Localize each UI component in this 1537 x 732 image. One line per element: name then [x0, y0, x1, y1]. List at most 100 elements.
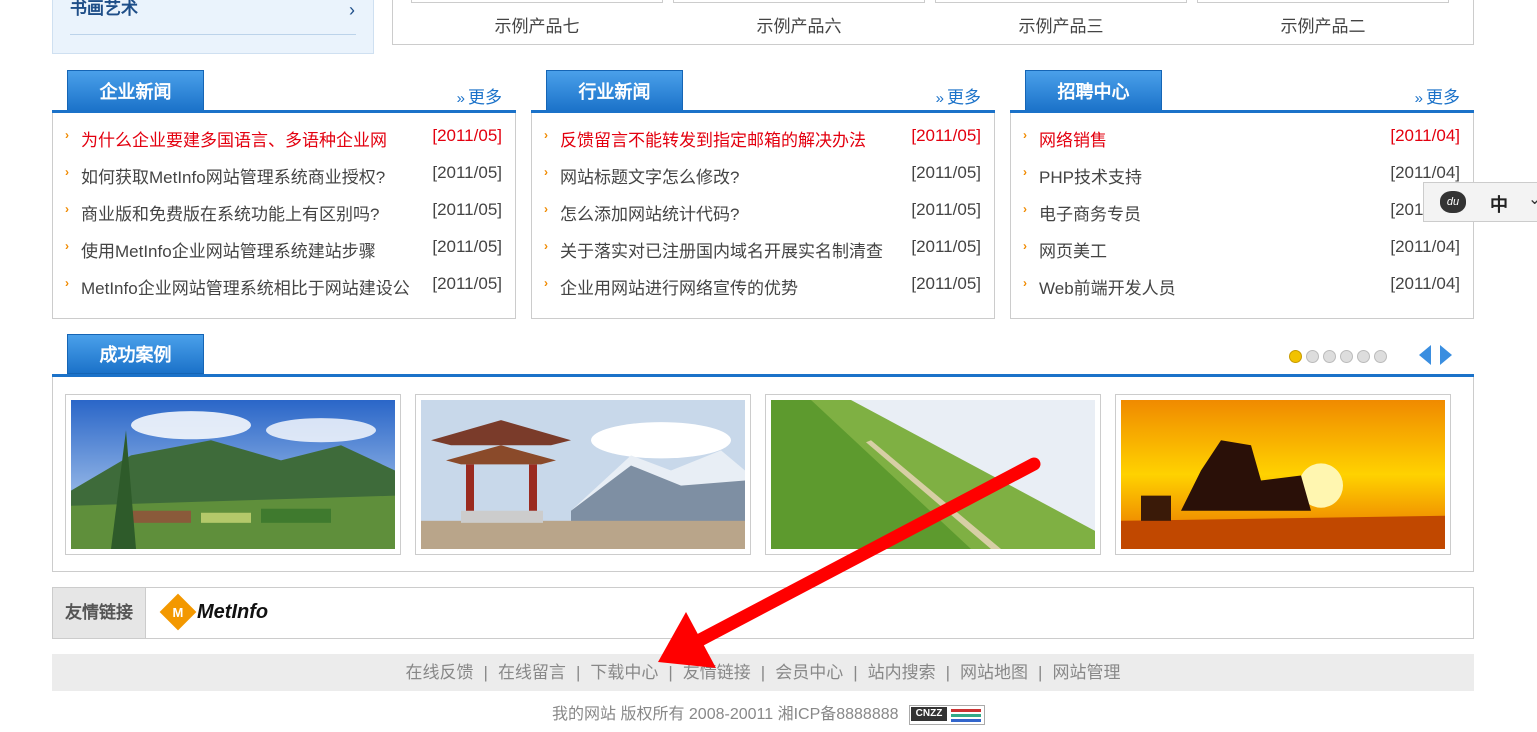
- news-title-link[interactable]: 商业版和免费版在系统功能上有区别吗?: [81, 200, 422, 225]
- metinfo-logo-text: MetInfo: [197, 600, 269, 623]
- product-thumbnail[interactable]: [411, 0, 663, 3]
- news-title-link[interactable]: 电子商务专员: [1039, 200, 1380, 225]
- news-title-link[interactable]: 如何获取MetInfo网站管理系统商业授权?: [81, 163, 422, 188]
- list-item[interactable]: › 如何获取MetInfo网站管理系统商业授权? [2011/05]: [65, 163, 502, 200]
- chevron-down-icon[interactable]: ⌄: [1528, 189, 1537, 209]
- news-tab-title[interactable]: 行业新闻: [546, 70, 683, 112]
- more-link[interactable]: » 更多: [1415, 83, 1460, 108]
- news-title-link[interactable]: 反馈留言不能转发到指定邮箱的解决办法: [560, 126, 901, 151]
- news-date: [2011/04]: [1390, 237, 1460, 256]
- list-item[interactable]: › 商业版和免费版在系统功能上有区别吗? [2011/05]: [65, 200, 502, 237]
- product-thumbnail[interactable]: [935, 0, 1187, 3]
- footer-nav-link[interactable]: 在线反馈: [406, 663, 474, 682]
- metinfo-logo-link[interactable]: M MetInfo: [159, 593, 269, 631]
- list-item[interactable]: › 网站标题文字怎么修改? [2011/05]: [544, 163, 981, 200]
- list-item[interactable]: › PHP技术支持 [2011/04]: [1023, 163, 1460, 200]
- list-item[interactable]: › 反馈留言不能转发到指定邮箱的解决办法 [2011/05]: [544, 126, 981, 163]
- news-title-link[interactable]: Web前端开发人员: [1039, 274, 1380, 299]
- baidu-paw-icon[interactable]: du: [1440, 191, 1466, 213]
- news-title-link[interactable]: 网站标题文字怎么修改?: [560, 163, 901, 188]
- news-date: [2011/05]: [911, 163, 981, 182]
- news-list-body: › 反馈留言不能转发到指定邮箱的解决办法 [2011/05] › 网站标题文字怎…: [531, 113, 995, 319]
- footer-nav-link[interactable]: 网站地图: [960, 663, 1028, 682]
- case-image-card[interactable]: [1115, 394, 1451, 555]
- news-tab-title[interactable]: 企业新闻: [67, 70, 204, 112]
- bullet-icon: ›: [65, 202, 69, 216]
- news-title-link[interactable]: 网络销售: [1039, 126, 1380, 151]
- bullet-icon: ›: [1023, 276, 1027, 290]
- news-title-link[interactable]: PHP技术支持: [1039, 163, 1380, 188]
- news-date: [2011/04]: [1390, 163, 1460, 182]
- footer-nav-link[interactable]: 下载中心: [590, 663, 658, 682]
- pager-dot[interactable]: [1357, 350, 1370, 363]
- list-item[interactable]: › 使用MetInfo企业网站管理系统建站步骤 [2011/05]: [65, 237, 502, 274]
- more-link[interactable]: » 更多: [457, 83, 502, 108]
- product-caption[interactable]: 示例产品三: [935, 12, 1187, 37]
- product-caption[interactable]: 示例产品七: [411, 12, 663, 37]
- list-item[interactable]: › Web前端开发人员 [2011/04]: [1023, 274, 1460, 311]
- news-date: [2011/05]: [432, 163, 502, 182]
- news-tab-title[interactable]: 招聘中心: [1025, 70, 1162, 112]
- footer-nav-link[interactable]: 友情链接: [683, 663, 751, 682]
- more-link[interactable]: » 更多: [936, 83, 981, 108]
- news-box-company: 企业新闻 » 更多 › 为什么企业要建多国语言、多语种企业网 [2011/05] …: [52, 70, 516, 319]
- news-box-industry: 行业新闻 » 更多 › 反馈留言不能转发到指定邮箱的解决办法 [2011/05] …: [531, 70, 995, 319]
- product-thumbnail[interactable]: [1197, 0, 1449, 3]
- baidu-input-widget[interactable]: du 中 ⌄: [1423, 182, 1537, 222]
- grass-hill-path-image[interactable]: [771, 400, 1095, 549]
- list-item[interactable]: › 网页美工 [2011/04]: [1023, 237, 1460, 274]
- news-date: [2011/05]: [911, 274, 981, 293]
- pager-dot[interactable]: [1289, 350, 1302, 363]
- pager-dot[interactable]: [1340, 350, 1353, 363]
- list-item[interactable]: › 关于落实对已注册国内域名开展实名制清查 [2011/05]: [544, 237, 981, 274]
- product-caption[interactable]: 示例产品六: [673, 12, 925, 37]
- product-card[interactable]: 示例产品七: [411, 0, 663, 37]
- news-title-link[interactable]: 使用MetInfo企业网站管理系统建站步骤: [81, 237, 422, 262]
- bullet-icon: ›: [1023, 239, 1027, 253]
- sidebar-category-item[interactable]: 书画艺术 ›: [52, 0, 374, 54]
- news-title-link[interactable]: 网页美工: [1039, 237, 1380, 262]
- product-thumbnail[interactable]: [673, 0, 925, 3]
- pavilion-mountain-image[interactable]: [421, 400, 745, 549]
- footer-nav-link[interactable]: 网站管理: [1052, 663, 1120, 682]
- list-item[interactable]: › MetInfo企业网站管理系统相比于网站建设公 [2011/05]: [65, 274, 502, 311]
- pager-dot[interactable]: [1323, 350, 1336, 363]
- list-item[interactable]: › 企业用网站进行网络宣传的优势 [2011/05]: [544, 274, 981, 311]
- bullet-icon: ›: [65, 276, 69, 290]
- news-title-link[interactable]: 关于落实对已注册国内域名开展实名制清查: [560, 237, 901, 262]
- product-card[interactable]: 示例产品三: [935, 0, 1187, 37]
- product-caption[interactable]: 示例产品二: [1197, 12, 1449, 37]
- carousel-next-icon[interactable]: [1440, 345, 1452, 365]
- product-card[interactable]: 示例产品二: [1197, 0, 1449, 37]
- case-image-card[interactable]: [765, 394, 1101, 555]
- news-date: [2011/05]: [432, 237, 502, 256]
- cases-tab-title[interactable]: 成功案例: [67, 334, 204, 374]
- carousel-prev-icon[interactable]: [1419, 345, 1431, 365]
- footer-separator: |: [668, 663, 673, 682]
- news-date: [2011/05]: [911, 237, 981, 256]
- chevron-right-icon: ›: [349, 0, 355, 20]
- news-title-link[interactable]: 为什么企业要建多国语言、多语种企业网: [81, 126, 422, 151]
- bullet-icon: ›: [1023, 202, 1027, 216]
- cnzz-stats-badge[interactable]: CNZZ: [908, 704, 985, 725]
- list-item[interactable]: › 网络销售 [2011/04]: [1023, 126, 1460, 163]
- copyright-text: 我的网站 版权所有 2008-20011 湘ICP备8888888: [552, 706, 899, 723]
- landscape-valley-image[interactable]: [71, 400, 395, 549]
- language-toggle[interactable]: 中: [1490, 191, 1508, 217]
- list-item[interactable]: › 怎么添加网站统计代码? [2011/05]: [544, 200, 981, 237]
- pager-dot[interactable]: [1306, 350, 1319, 363]
- footer-nav-link[interactable]: 站内搜索: [868, 663, 936, 682]
- news-title-link[interactable]: MetInfo企业网站管理系统相比于网站建设公: [81, 274, 422, 299]
- pager-dot[interactable]: [1374, 350, 1387, 363]
- news-title-link[interactable]: 企业用网站进行网络宣传的优势: [560, 274, 901, 299]
- sunset-sea-rocks-image[interactable]: [1121, 400, 1445, 549]
- list-item[interactable]: › 电子商务专员 [2011/04]: [1023, 200, 1460, 237]
- footer-nav-link[interactable]: 会员中心: [775, 663, 843, 682]
- news-title-link[interactable]: 怎么添加网站统计代码?: [560, 200, 901, 225]
- news-date: [2011/04]: [1390, 274, 1460, 293]
- case-image-card[interactable]: [415, 394, 751, 555]
- product-card[interactable]: 示例产品六: [673, 0, 925, 37]
- list-item[interactable]: › 为什么企业要建多国语言、多语种企业网 [2011/05]: [65, 126, 502, 163]
- case-image-card[interactable]: [65, 394, 401, 555]
- footer-nav-link[interactable]: 在线留言: [498, 663, 566, 682]
